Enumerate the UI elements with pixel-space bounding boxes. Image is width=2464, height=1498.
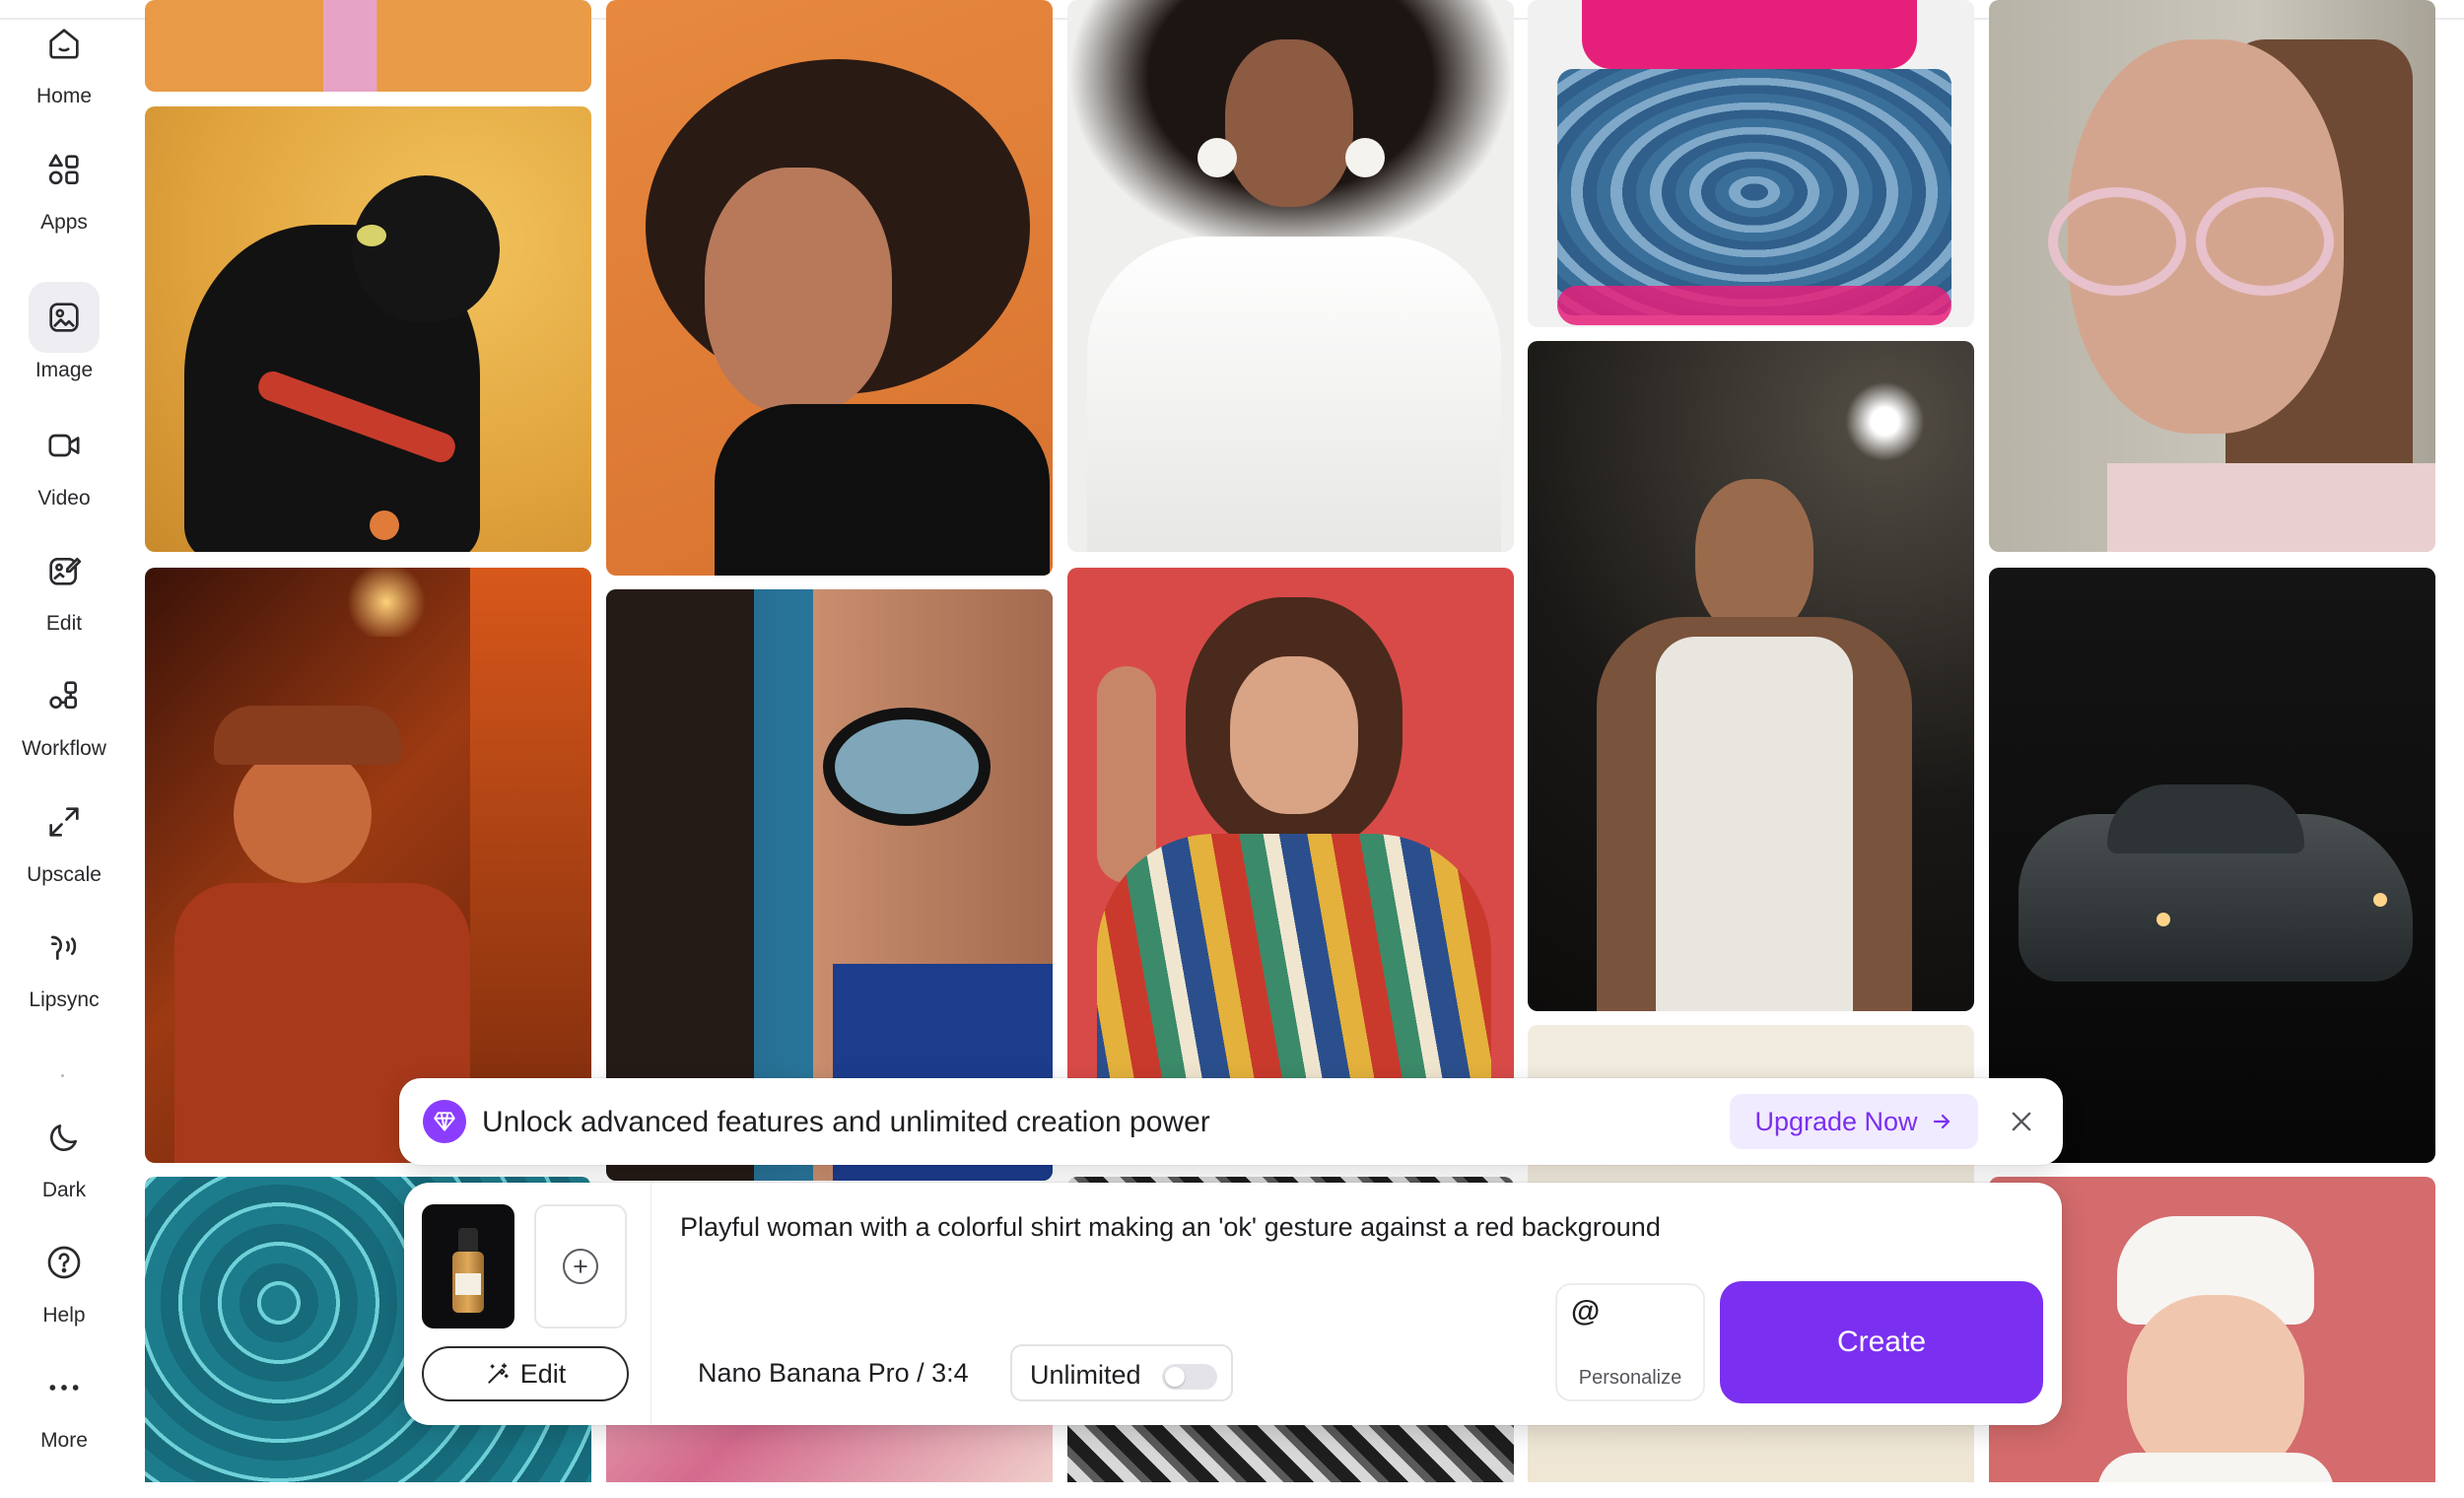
sidebar-label-workflow: Workflow <box>22 737 106 760</box>
sidebar-item-more[interactable]: More <box>0 1352 128 1453</box>
panel-divider <box>650 1183 651 1425</box>
upscale-icon <box>29 786 100 857</box>
sidebar-label-apps: Apps <box>40 211 88 234</box>
arrow-right-icon <box>1933 1114 1950 1129</box>
sidebar-item-upscale[interactable]: Upscale <box>0 786 128 887</box>
upgrade-now-button[interactable]: Upgrade Now <box>1730 1094 1978 1149</box>
moon-icon <box>29 1102 100 1173</box>
sidebar-item-home[interactable]: Home <box>0 8 128 108</box>
gallery-image-playful-woman-ok-gesture[interactable] <box>1067 568 1514 1163</box>
more-icon <box>29 1352 100 1423</box>
add-reference-button[interactable] <box>534 1204 627 1328</box>
gallery-image-woman-white-shirt[interactable] <box>1067 0 1514 552</box>
video-icon <box>29 410 100 481</box>
sidebar-item-lipsync[interactable]: Lipsync <box>0 912 128 1012</box>
gallery-image-orange-pink[interactable] <box>145 0 591 92</box>
at-sign-icon: @ <box>1571 1295 1601 1328</box>
gallery-image-woman-round-glasses[interactable] <box>1989 0 2435 552</box>
unlimited-toggle-control[interactable]: Unlimited <box>1010 1344 1233 1401</box>
sidebar-item-dark[interactable]: Dark <box>0 1102 128 1202</box>
sidebar-label-edit: Edit <box>45 612 83 635</box>
create-button-label: Create <box>1836 1326 1927 1358</box>
close-icon <box>2012 1112 2031 1131</box>
sidebar-item-workflow[interactable]: Workflow <box>0 660 128 761</box>
sidebar-item-image[interactable]: Image <box>0 282 128 382</box>
sidebar-separator <box>61 1074 64 1077</box>
home-icon <box>29 8 100 79</box>
create-button[interactable]: Create <box>1720 1281 2043 1403</box>
toggle-knob <box>1165 1367 1185 1387</box>
unlimited-label: Unlimited <box>1030 1360 1141 1390</box>
upgrade-message: Unlock advanced features and unlimited c… <box>482 1106 1210 1138</box>
edit-button-label: Edit <box>519 1358 567 1389</box>
apps-icon <box>29 134 100 205</box>
sidebar-label-image: Image <box>34 359 94 381</box>
reference-image-thumbnail[interactable] <box>422 1204 514 1328</box>
sidebar-label-upscale: Upscale <box>27 863 102 886</box>
personalize-label: Personalize <box>1578 1367 1682 1389</box>
upgrade-banner: Unlock advanced features and unlimited c… <box>399 1078 2063 1165</box>
image-icon <box>29 282 100 353</box>
gallery-image-black-sports-car[interactable] <box>1989 568 2435 1163</box>
sidebar-label-video: Video <box>37 487 91 510</box>
upgrade-now-label: Upgrade Now <box>1754 1106 1918 1136</box>
prompt-input[interactable]: Playful woman with a colorful shirt maki… <box>680 1212 1661 1243</box>
sidebar-label-dark: Dark <box>41 1179 87 1201</box>
gallery-image-black-cat[interactable] <box>145 106 591 552</box>
gallery-image-liquid-glass-cube[interactable] <box>1528 0 1974 327</box>
sidebar-label-lipsync: Lipsync <box>29 988 100 1011</box>
lipsync-icon <box>29 912 100 983</box>
workflow-icon <box>29 660 100 731</box>
model-selector[interactable]: Nano Banana Pro / 3:4 <box>698 1358 969 1389</box>
plus-icon <box>563 1249 598 1284</box>
sidebar-label-home: Home <box>35 85 93 107</box>
edit-icon <box>29 535 100 606</box>
sidebar-item-edit[interactable]: Edit <box>0 535 128 636</box>
sidebar-label-more: More <box>40 1429 88 1452</box>
edit-button[interactable]: Edit <box>422 1346 629 1401</box>
prompt-panel: Edit Playful woman with a colorful shirt… <box>404 1183 2062 1425</box>
personalize-button[interactable]: @ Personalize <box>1555 1283 1705 1401</box>
sidebar: Home Apps Image Video Edit Workflow Upsc… <box>0 0 128 1498</box>
unlimited-toggle[interactable] <box>1162 1364 1217 1390</box>
sidebar-item-help[interactable]: Help <box>0 1227 128 1328</box>
sidebar-item-apps[interactable]: Apps <box>0 134 128 235</box>
diamond-icon <box>423 1100 466 1143</box>
gallery-image-man-neon-bar[interactable] <box>145 568 591 1163</box>
gallery-image-man-tank-top[interactable] <box>1528 341 1974 1011</box>
close-banner-button[interactable] <box>2004 1104 2039 1139</box>
gallery-image-curly-hair-woman[interactable] <box>606 0 1053 576</box>
sidebar-item-video[interactable]: Video <box>0 410 128 511</box>
magic-wand-icon <box>488 1363 509 1384</box>
sidebar-label-help: Help <box>42 1304 86 1327</box>
help-icon <box>29 1227 100 1298</box>
